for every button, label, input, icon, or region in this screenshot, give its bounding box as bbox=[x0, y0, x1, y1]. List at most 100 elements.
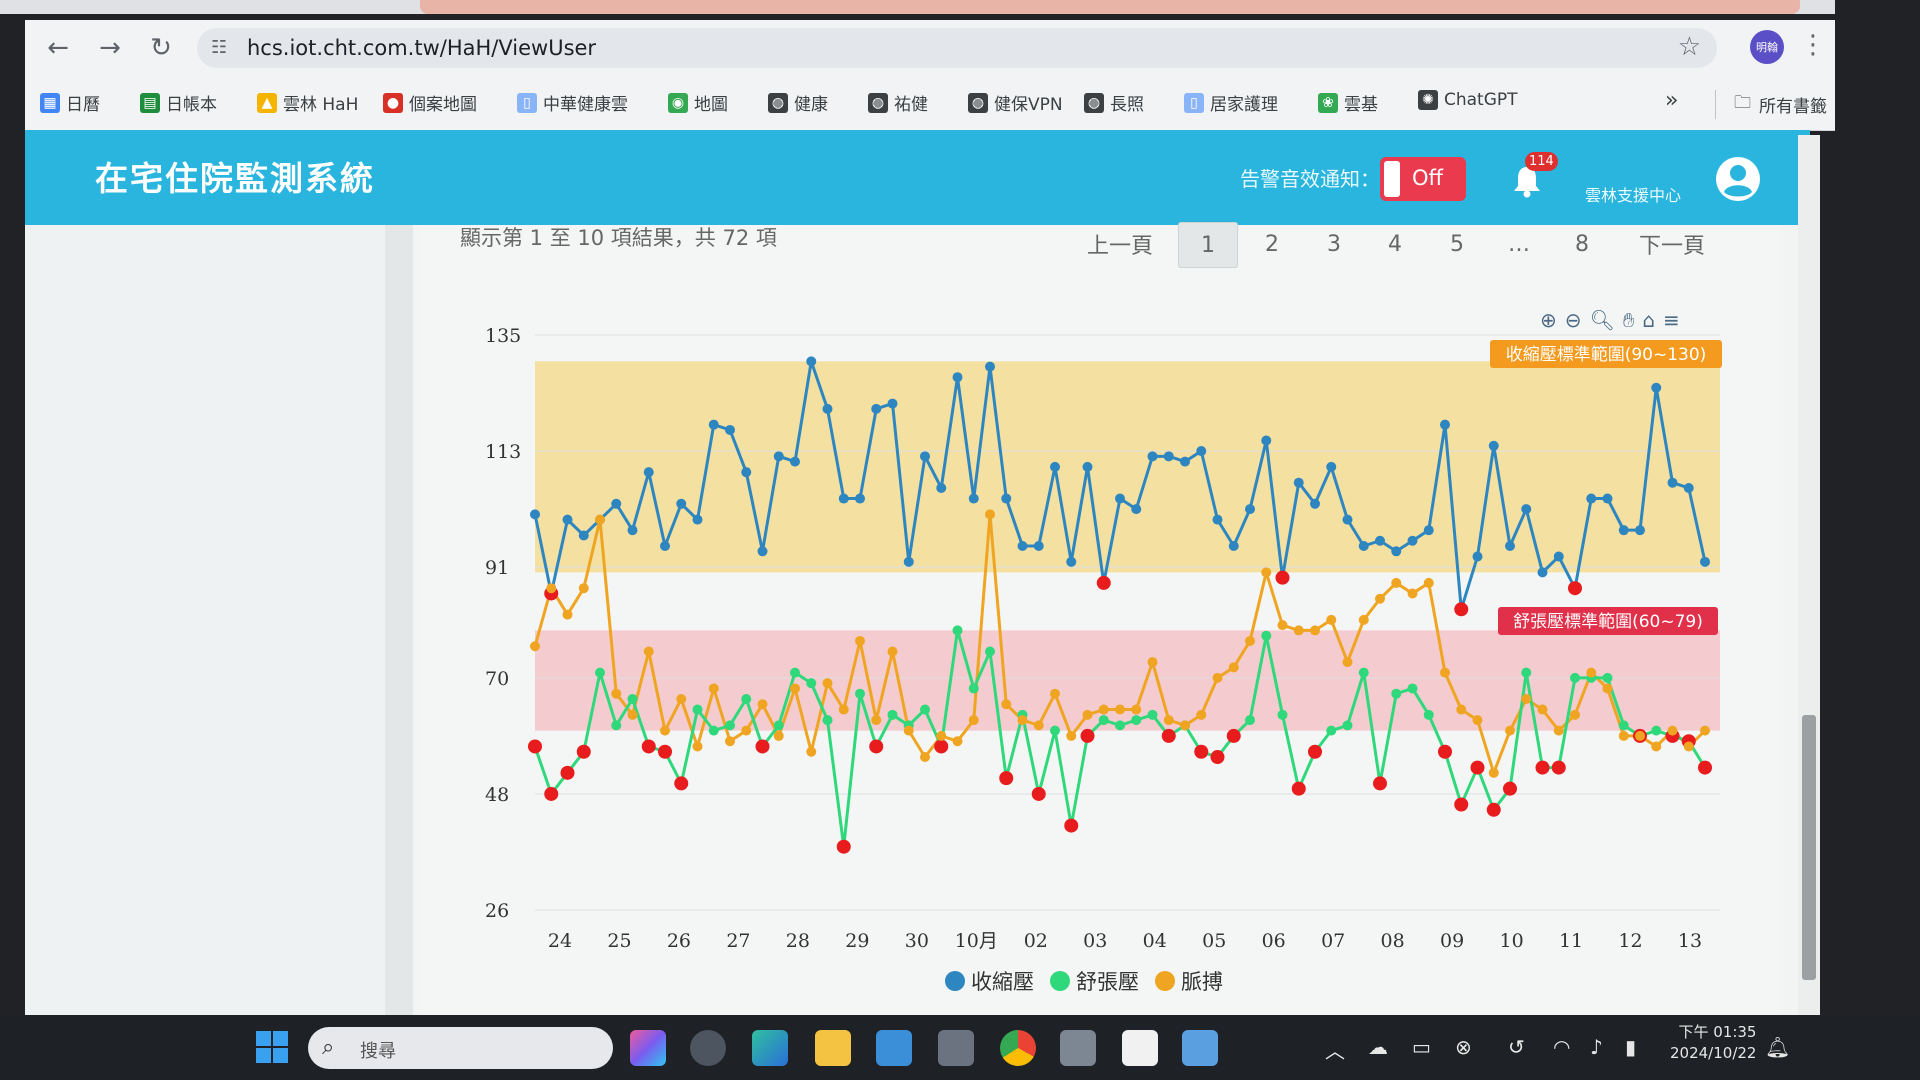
reset-zoom-icon[interactable]: ⌂ bbox=[1642, 308, 1655, 332]
alarm-sound-toggle[interactable]: Off bbox=[1380, 157, 1466, 201]
zoom-out-icon[interactable]: ⊖ bbox=[1565, 308, 1582, 332]
page-2-button[interactable]: 2 bbox=[1243, 222, 1301, 266]
bookmark-1[interactable]: ▤ 日帳本 bbox=[140, 90, 217, 115]
data-point bbox=[1261, 567, 1272, 578]
remote-desktop-icon[interactable] bbox=[1182, 1030, 1218, 1066]
data-point bbox=[1375, 535, 1385, 546]
data-point bbox=[595, 514, 605, 525]
data-point bbox=[855, 635, 865, 646]
data-point bbox=[1001, 699, 1012, 710]
data-point bbox=[968, 683, 979, 694]
page-5-button[interactable]: 5 bbox=[1428, 222, 1486, 266]
volume-icon[interactable]: ♪ bbox=[1590, 1035, 1603, 1059]
legend-systolic[interactable]: 收縮壓 bbox=[945, 966, 1034, 996]
tray-close-icon[interactable]: ⊗ bbox=[1455, 1035, 1472, 1059]
next-page-button[interactable]: 下一頁 bbox=[1627, 222, 1717, 266]
data-point bbox=[611, 498, 622, 509]
data-point bbox=[1505, 725, 1515, 736]
search-icon: ⌕ bbox=[322, 1035, 335, 1060]
bookmark-0[interactable]: ▦ 日曆 bbox=[40, 90, 100, 115]
bookmark-4[interactable]: ▯ 中華健康雲 bbox=[517, 90, 628, 115]
copilot-icon[interactable] bbox=[630, 1030, 666, 1066]
page-4-button[interactable]: 4 bbox=[1366, 222, 1424, 266]
bookmark-12[interactable]: ✺ ChatGPT bbox=[1418, 90, 1518, 110]
legend-label: 收縮壓 bbox=[971, 970, 1034, 994]
calculator-icon[interactable] bbox=[938, 1030, 974, 1066]
back-icon[interactable]: ← bbox=[40, 30, 76, 66]
edge-browser-icon[interactable] bbox=[752, 1030, 788, 1066]
data-point bbox=[578, 583, 589, 594]
data-point bbox=[528, 739, 542, 754]
prev-page-button[interactable]: 上一頁 bbox=[1075, 222, 1165, 266]
user-avatar-icon[interactable] bbox=[1715, 156, 1761, 202]
all-bookmarks-button[interactable]: 🗀 所有書籤 bbox=[1715, 90, 1827, 119]
notification-center-icon[interactable]: 🔔︎ bbox=[1765, 1035, 1790, 1059]
data-point bbox=[1470, 760, 1485, 775]
data-point bbox=[692, 704, 703, 715]
chart-menu-icon[interactable]: ≡ bbox=[1663, 308, 1680, 332]
data-point bbox=[1472, 715, 1483, 726]
data-point bbox=[1454, 797, 1469, 812]
address-bar[interactable]: ☷ hcs.iot.cht.com.tw/HaH/ViewUser ☆ bbox=[197, 28, 1717, 68]
page-3-button[interactable]: 3 bbox=[1305, 222, 1363, 266]
bookmark-5[interactable]: ◉ 地圖 bbox=[668, 90, 728, 115]
settings-gear-icon[interactable] bbox=[690, 1030, 726, 1066]
url-text[interactable]: hcs.iot.cht.com.tw/HaH/ViewUser bbox=[247, 36, 596, 60]
data-point bbox=[1212, 672, 1223, 683]
bookmark-10[interactable]: ▯ 居家護理 bbox=[1184, 90, 1278, 115]
bookmark-6[interactable]: ◍ 健康 bbox=[768, 90, 828, 115]
tray-app-icon[interactable]: ▭ bbox=[1412, 1035, 1431, 1059]
onedrive-icon[interactable]: ☁ bbox=[1368, 1035, 1388, 1059]
bookmark-8[interactable]: ◍ 健保VPN bbox=[968, 90, 1063, 115]
browser-menu-icon[interactable]: ⋮ bbox=[1800, 30, 1826, 60]
bookmark-star-icon[interactable]: ☆ bbox=[1678, 32, 1701, 62]
data-point bbox=[530, 641, 540, 652]
bookmarks-overflow-icon[interactable]: » bbox=[1665, 88, 1678, 113]
tray-chevron-icon[interactable]: ︿ bbox=[1325, 1035, 1345, 1064]
data-point bbox=[1147, 451, 1158, 462]
clock[interactable]: 下午 01:35 2024/10/22 bbox=[1670, 1022, 1756, 1064]
wifi-icon[interactable]: ◠ bbox=[1553, 1035, 1570, 1059]
toggle-knob bbox=[1384, 161, 1400, 197]
app-icon[interactable] bbox=[876, 1030, 912, 1066]
taskbar-search[interactable]: ⌕ 搜尋 bbox=[308, 1027, 613, 1069]
file-explorer-icon[interactable] bbox=[815, 1030, 851, 1066]
reload-icon[interactable]: ↻ bbox=[143, 30, 179, 66]
site-settings-icon[interactable]: ☷ bbox=[211, 37, 233, 59]
tray-input-icon[interactable]: ↺ bbox=[1508, 1035, 1525, 1059]
data-point bbox=[1161, 728, 1176, 743]
selection-zoom-icon[interactable]: 🔍︎ bbox=[1590, 308, 1615, 332]
data-point bbox=[1033, 720, 1044, 731]
data-point bbox=[934, 739, 949, 754]
network-app-icon[interactable] bbox=[1060, 1030, 1096, 1066]
bookmark-7[interactable]: ◍ 祐健 bbox=[868, 90, 928, 115]
bookmark-9[interactable]: ◍ 長照 bbox=[1084, 90, 1144, 115]
profile-avatar[interactable]: 明翰 bbox=[1750, 30, 1784, 64]
legend-diastolic[interactable]: 舒張壓 bbox=[1050, 966, 1139, 996]
page-8-button[interactable]: 8 bbox=[1553, 222, 1611, 266]
all-bookmarks-label: 所有書籤 bbox=[1759, 97, 1827, 117]
scrollbar-thumb[interactable] bbox=[1802, 715, 1816, 980]
page-scrollbar[interactable] bbox=[1798, 135, 1820, 1015]
data-point bbox=[968, 493, 979, 504]
page-1-button[interactable]: 1 bbox=[1178, 222, 1238, 268]
chrome-icon[interactable] bbox=[1000, 1030, 1036, 1066]
bookmark-3[interactable]: ● 個案地圖 bbox=[383, 90, 477, 115]
active-tab[interactable] bbox=[420, 0, 1800, 14]
pan-icon[interactable]: ✋︎ bbox=[1623, 308, 1634, 332]
forward-icon[interactable]: → bbox=[92, 30, 128, 66]
data-point bbox=[1423, 709, 1434, 720]
legend-pulse[interactable]: 脈搏 bbox=[1155, 966, 1223, 996]
bookmark-2[interactable]: ▲ 雲林 HaH bbox=[257, 90, 358, 115]
data-point bbox=[708, 419, 719, 430]
notion-icon[interactable] bbox=[1122, 1030, 1158, 1066]
data-point bbox=[920, 752, 930, 763]
bookmark-11[interactable]: ❀ 雲基 bbox=[1318, 90, 1378, 115]
battery-icon[interactable]: ▮ bbox=[1625, 1035, 1636, 1059]
windows-start-icon[interactable] bbox=[255, 1030, 289, 1064]
data-point bbox=[920, 451, 930, 462]
zoom-in-icon[interactable]: ⊕ bbox=[1540, 308, 1557, 332]
data-point bbox=[1521, 693, 1532, 704]
data-point bbox=[773, 730, 784, 741]
data-point bbox=[1082, 709, 1093, 720]
